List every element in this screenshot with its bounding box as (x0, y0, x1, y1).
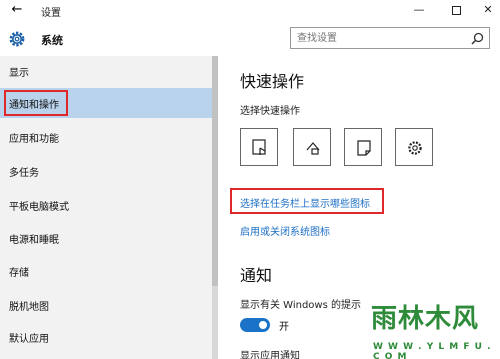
quick-action-note[interactable] (344, 128, 382, 166)
sidebar-item-multitasking[interactable]: 多任务 (0, 156, 212, 186)
quick-actions-subtitle: 选择快速操作 (240, 106, 300, 117)
sidebar-item-display[interactable]: 显示 (0, 56, 212, 86)
sidebar-item-label: 显示 (9, 68, 29, 79)
sidebar-item-label: 多任务 (9, 168, 39, 179)
window-title: 设置 (41, 8, 61, 19)
toggle-state-label: 开 (279, 322, 289, 333)
tablet-mode-icon (252, 139, 266, 155)
watermark-url: W W W . Y L M F U . C O M (373, 342, 492, 359)
sidebar-item-label: 平板电脑模式 (9, 202, 69, 213)
system-icons-link[interactable]: 启用或关闭系统图标 (240, 223, 330, 238)
sidebar-item-power-sleep[interactable]: 电源和睡眠 (0, 223, 212, 253)
notifications-heading: 通知 (240, 266, 273, 285)
search-icon[interactable] (471, 32, 484, 45)
sidebar-item-label: 默认应用 (9, 334, 49, 345)
title-bar: ← 设置 — ✕ (0, 0, 500, 22)
watermark-logo-text: 雨林木风 (371, 304, 480, 334)
quick-action-tablet-mode[interactable] (240, 128, 278, 166)
sidebar-item-label: 存储 (9, 268, 29, 279)
sidebar: 显示 通知和操作 应用和功能 多任务 平板电脑模式 电源和睡眠 存储 脱机地图 … (0, 56, 218, 359)
quick-action-network[interactable] (293, 128, 331, 166)
watermark: 雨林木风 W W W . Y L M F U . C O M (365, 290, 500, 359)
network-icon (306, 142, 320, 155)
minimize-button[interactable]: — (404, 0, 434, 20)
settings-icon (408, 141, 422, 155)
sidebar-item-offline-maps[interactable]: 脱机地图 (0, 290, 212, 320)
page-title: 系统 (41, 34, 63, 47)
settings-window: ← 设置 — ✕ 系统 显示 通知和操作 应用和功能 多任务 平板电脑模式 电源… (0, 0, 500, 359)
maximize-icon (451, 5, 461, 15)
quick-action-settings[interactable] (395, 128, 433, 166)
maximize-button[interactable] (441, 0, 471, 20)
back-arrow-icon[interactable]: ← (9, 2, 25, 18)
close-button[interactable]: ✕ (473, 0, 500, 20)
gear-icon (9, 31, 25, 47)
quick-actions-heading: 快速操作 (240, 72, 305, 91)
sidebar-item-label: 电源和睡眠 (9, 235, 59, 246)
sidebar-item-storage[interactable]: 存储 (0, 256, 212, 286)
highlight-box (4, 90, 68, 116)
search-input[interactable] (297, 30, 467, 46)
watermark-logo: 雨林木风 (365, 290, 500, 342)
sidebar-item-tablet-mode[interactable]: 平板电脑模式 (0, 190, 212, 220)
sidebar-item-default-apps[interactable]: 默认应用 (0, 322, 212, 352)
sidebar-item-notifications[interactable]: 通知和操作 (0, 88, 212, 118)
app-notifications-label: 显示应用通知 (240, 351, 300, 359)
sidebar-item-label: 脱机地图 (9, 302, 49, 313)
taskbar-icons-link[interactable]: 选择在任务栏上显示哪些图标 (240, 195, 370, 210)
toggle-knob (259, 321, 267, 329)
note-icon (357, 140, 371, 156)
sidebar-item-label: 应用和功能 (9, 134, 59, 145)
windows-tips-label: 显示有关 Windows 的提示 (240, 300, 361, 311)
search-box[interactable] (290, 27, 490, 49)
sidebar-item-apps[interactable]: 应用和功能 (0, 122, 212, 152)
windows-tips-toggle[interactable] (240, 318, 270, 332)
